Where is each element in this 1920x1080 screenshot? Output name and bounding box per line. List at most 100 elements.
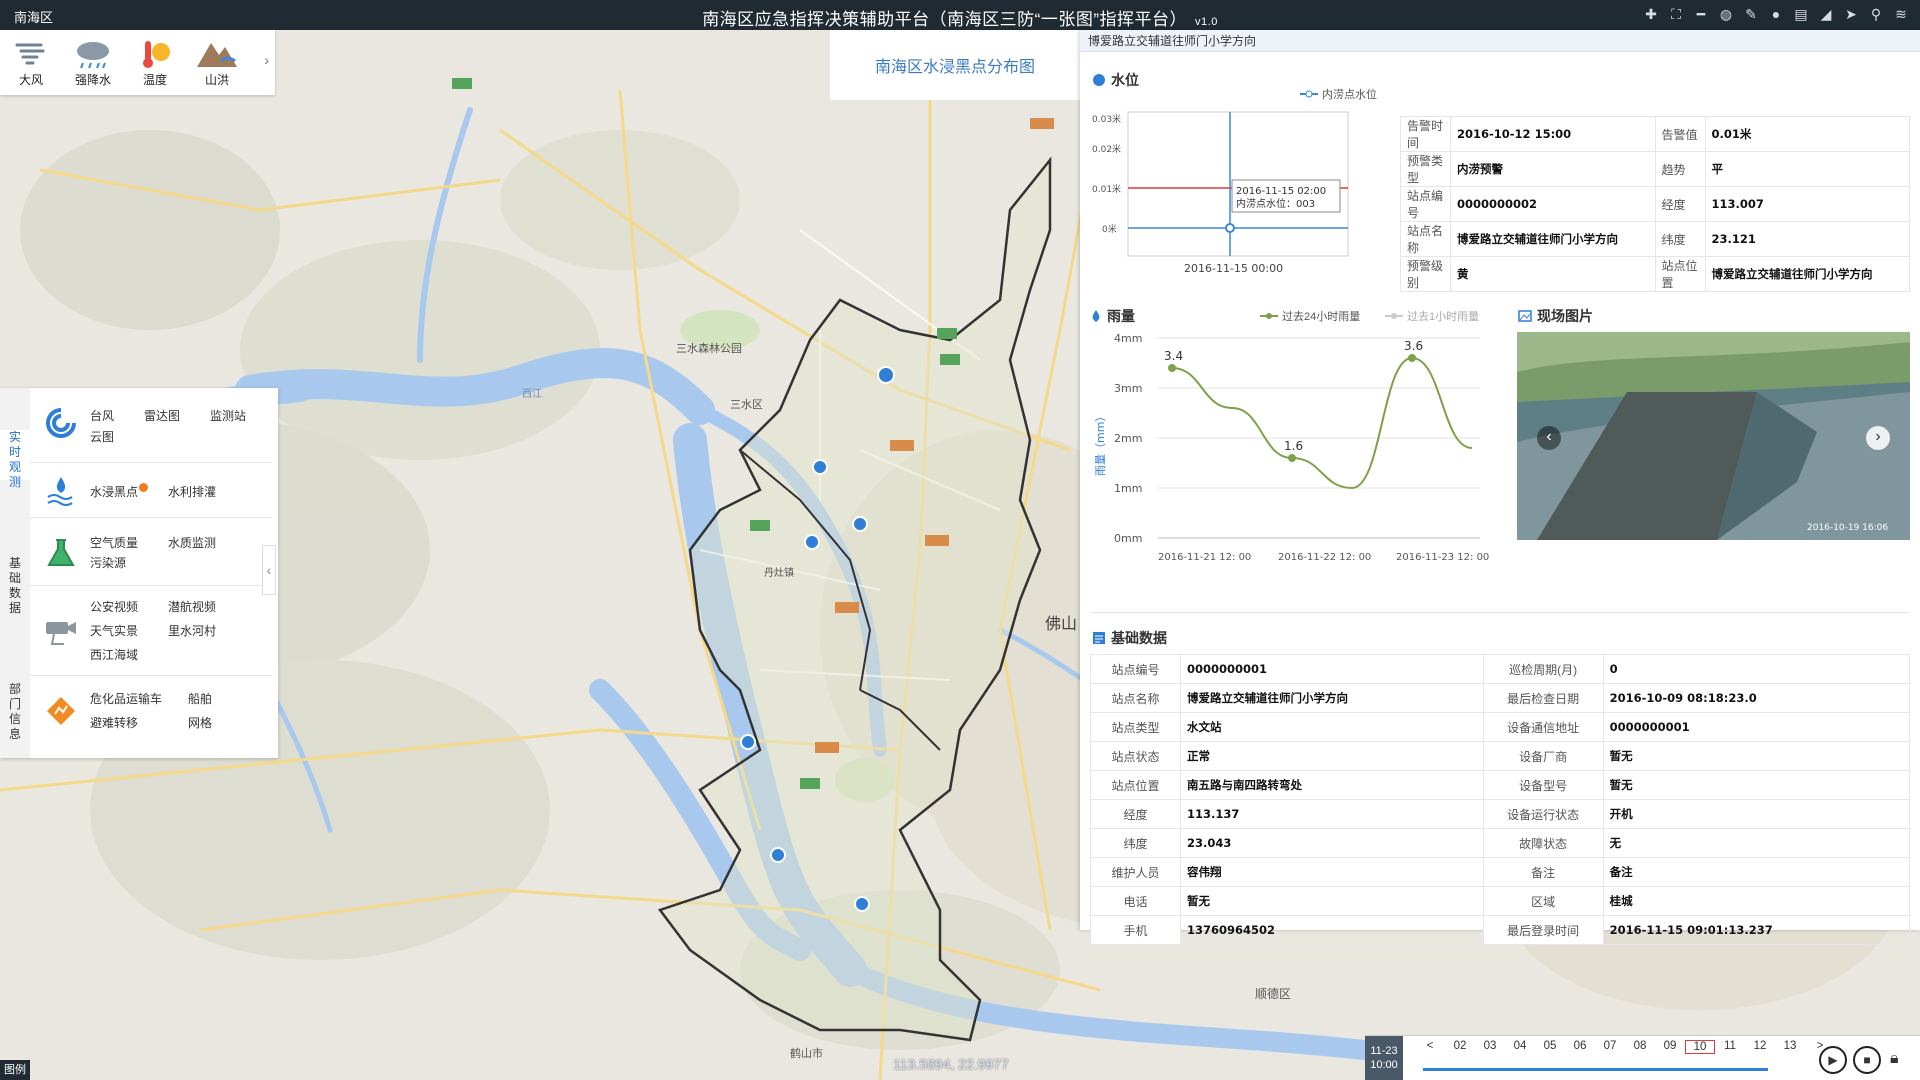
basic-data-value: 博爱路立交辅道往师门小学方向 xyxy=(1180,683,1484,713)
basic-data-value: 13760964502 xyxy=(1180,915,1484,945)
menu-pollution[interactable]: 污染源 xyxy=(90,554,126,571)
drop-icon[interactable]: ● xyxy=(1767,5,1785,23)
water-level-legend[interactable]: 内涝点水位 xyxy=(1300,86,1377,102)
menu-evacuation[interactable]: 避难转移 xyxy=(90,714,138,731)
layers-icon[interactable]: ≋ xyxy=(1892,5,1910,23)
menu-weather-view[interactable]: 天气实景 xyxy=(90,622,138,639)
timeline-hour[interactable]: 05 xyxy=(1535,1040,1565,1054)
basic-data-value: 2016-11-15 09:01:13.237 xyxy=(1602,915,1911,945)
wx-heavy-rain[interactable]: 强降水 xyxy=(62,37,124,88)
timeline-hour[interactable]: < xyxy=(1415,1040,1445,1054)
timeline-hour[interactable]: 10 xyxy=(1685,1040,1715,1054)
timeline-hour[interactable]: 11 xyxy=(1715,1040,1745,1054)
basic-data-key: 站点名称 xyxy=(1090,683,1181,713)
minus-icon[interactable]: ━ xyxy=(1692,5,1710,23)
alarm-info-value: 0.01米 xyxy=(1704,116,1910,152)
map-legend-button[interactable]: 图例 xyxy=(0,1060,30,1080)
timeline-hour[interactable]: 13 xyxy=(1775,1040,1805,1054)
timeline-hour[interactable]: 12 xyxy=(1745,1040,1775,1054)
alert-badge xyxy=(139,483,149,492)
timeline-track[interactable] xyxy=(1423,1068,1768,1071)
basic-data-value: 2016-10-09 08:18:23.0 xyxy=(1602,683,1911,713)
menu-underwater-video[interactable]: 潜航视频 xyxy=(168,598,216,615)
left-menu: 实时观测 基础数据 部门信息 台风 雷达图 监测站 云图 水浸黑点 水利排灌 空… xyxy=(0,388,278,758)
menu-grid[interactable]: 网格 xyxy=(188,714,212,731)
timeline-hour[interactable]: 03 xyxy=(1475,1040,1505,1054)
map-label-sanshui: 三水区 xyxy=(730,399,763,411)
timeline-hour[interactable]: 08 xyxy=(1625,1040,1655,1054)
basic-data-value: 暂无 xyxy=(1180,886,1484,916)
timeline-date-day: 11-23 xyxy=(1370,1045,1398,1057)
lock-button[interactable]: 🔒︎ xyxy=(1890,1050,1899,1068)
alarm-info-value: 博爱路立交辅道往师门小学方向 xyxy=(1704,256,1910,292)
timeline-hour[interactable]: 04 xyxy=(1505,1040,1535,1054)
menu-lishui-village[interactable]: 里水河村 xyxy=(168,622,216,639)
cursor-coordinates: 113.5894, 22.9977 xyxy=(893,1056,1009,1072)
photo-prev-button[interactable]: ‹ xyxy=(1537,426,1561,450)
water-level-icon xyxy=(1093,74,1105,86)
photo-next-button[interactable]: › xyxy=(1866,426,1890,450)
globe-icon[interactable]: ◍ xyxy=(1717,5,1735,23)
wl-tooltip-time: 2016-11-15 02:00 xyxy=(1236,186,1326,197)
menu-xijiang[interactable]: 西江海域 xyxy=(90,646,138,663)
basic-data-value: 桂城 xyxy=(1602,886,1911,916)
menu-typhoon[interactable]: 台风 xyxy=(90,407,114,424)
rain-legend-24h[interactable]: 过去24小时雨量 xyxy=(1260,308,1360,324)
fullscreen-icon[interactable]: ⛶ xyxy=(1667,5,1685,23)
menu-cloud[interactable]: 云图 xyxy=(90,428,114,445)
menu-ship[interactable]: 船舶 xyxy=(188,690,212,707)
wx-temperature[interactable]: 温度 xyxy=(124,37,186,88)
menu-air-quality[interactable]: 空气质量 xyxy=(90,534,138,551)
menu-water-quality[interactable]: 水质监测 xyxy=(168,534,216,551)
edit-icon[interactable]: ✎ xyxy=(1742,5,1760,23)
rain-point[interactable] xyxy=(1288,454,1296,462)
menu-waterlogging[interactable]: 水浸黑点 xyxy=(90,483,149,500)
rain-point[interactable] xyxy=(1168,364,1176,372)
collapse-menu-button[interactable]: ‹ xyxy=(262,545,276,595)
menu-radar[interactable]: 雷达图 xyxy=(144,407,180,424)
legend-24h-icon xyxy=(1260,313,1278,319)
timeline-hour[interactable]: 07 xyxy=(1595,1040,1625,1054)
photo-title-text: 现场图片 xyxy=(1537,308,1593,324)
wx-flash-flood[interactable]: 山洪 xyxy=(186,37,248,88)
send-icon[interactable]: ➤ xyxy=(1842,5,1860,23)
rain-legend-1h[interactable]: 过去1小时雨量 xyxy=(1385,308,1479,324)
timeline-hour[interactable]: 09 xyxy=(1655,1040,1685,1054)
document-icon[interactable]: ▤ xyxy=(1792,5,1810,23)
rain-point[interactable] xyxy=(1408,354,1416,362)
stop-button[interactable]: ■ xyxy=(1853,1046,1881,1074)
rain-xtick-0: 2016-11-21 12: 00 xyxy=(1158,552,1251,563)
timeline-hour[interactable]: 02 xyxy=(1445,1040,1475,1054)
rain-series-24h-line xyxy=(1171,356,1473,490)
menu-hazmat[interactable]: 危化品运输车 xyxy=(90,690,162,707)
menu-police-video[interactable]: 公安视频 xyxy=(90,598,138,615)
tab-basic-data[interactable]: 基础数据 xyxy=(0,556,30,615)
timeline-date[interactable]: 11-23 10:00 xyxy=(1365,1036,1403,1080)
menu-station[interactable]: 监测站 xyxy=(210,407,246,424)
tab-department[interactable]: 部门信息 xyxy=(0,682,30,741)
site-photo[interactable]: 2016-10-19 16:06 ‹ › xyxy=(1517,332,1910,540)
timeline-hour[interactable]: 06 xyxy=(1565,1040,1595,1054)
basic-data-title-text: 基础数据 xyxy=(1111,630,1167,646)
rain-chart[interactable]: 雨量（mm） 4mm 3mm 2mm 1mm 0mm 3.4 1.6 3.6 201… xyxy=(1090,326,1490,586)
play-button[interactable]: ▶ xyxy=(1819,1046,1847,1074)
basic-data-value: 水文站 xyxy=(1180,712,1484,742)
menu-row-weather: 台风 雷达图 监测站 云图 xyxy=(30,388,272,463)
search-icon[interactable]: ⚲ xyxy=(1867,5,1885,23)
measure-icon[interactable]: ◢ xyxy=(1817,5,1835,23)
chevron-right-icon[interactable]: › xyxy=(264,52,269,68)
alarm-info-value: 23.121 xyxy=(1704,221,1910,257)
water-level-chart[interactable]: 0.03米 0.02米 0.01米 0米 2016-11-15 02:00 内涝… xyxy=(1090,102,1350,302)
tab-realtime[interactable]: 实时观测 xyxy=(0,430,30,489)
wx-temperature-label: 温度 xyxy=(142,73,167,87)
site-photo-image: 2016-10-19 16:06 xyxy=(1517,332,1910,540)
basic-data-value: 暂无 xyxy=(1602,741,1911,771)
plus-icon[interactable]: ✚ xyxy=(1642,5,1660,23)
photo-title: 现场图片 xyxy=(1518,306,1593,326)
wx-wind[interactable]: 大风 xyxy=(0,37,62,88)
wl-point[interactable] xyxy=(1225,223,1235,233)
wl-tooltip-value: 内涝点水位：003 xyxy=(1236,197,1315,210)
legend-1h-icon xyxy=(1385,313,1403,319)
map-label-danzao: 丹灶镇 xyxy=(764,568,794,579)
menu-irrigation[interactable]: 水利排灌 xyxy=(168,483,216,500)
